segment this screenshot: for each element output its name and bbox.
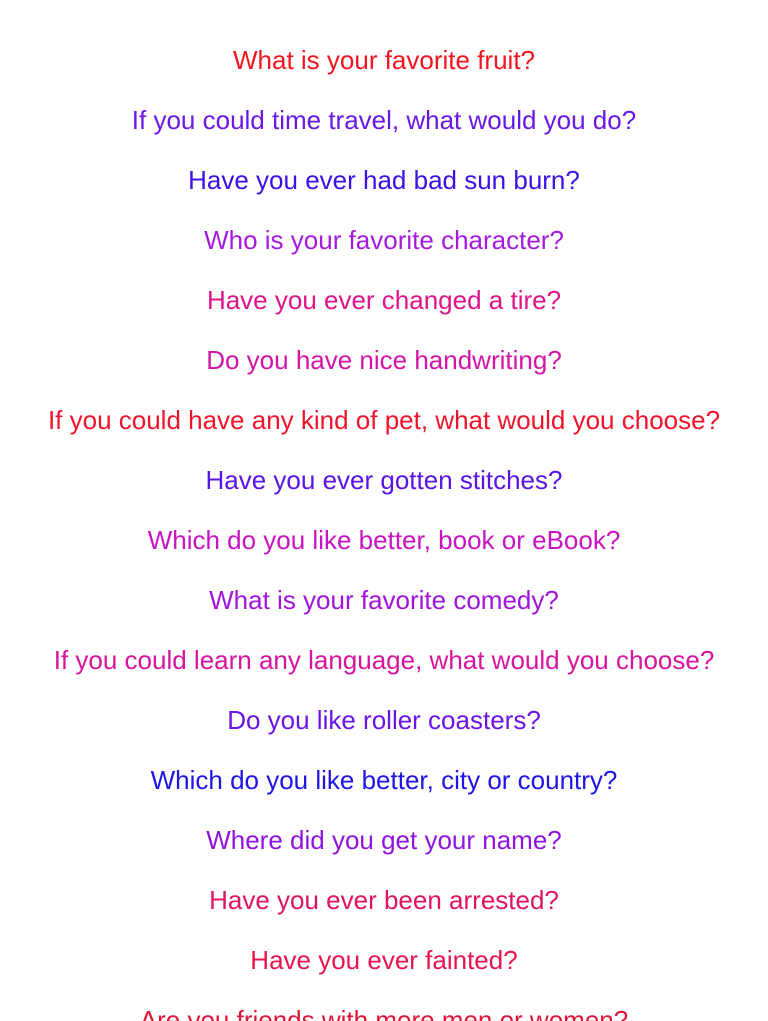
question-item[interactable]: Which do you like better, city or countr…	[0, 750, 768, 810]
question-item[interactable]: Who is your favorite character?	[0, 210, 768, 270]
question-item[interactable]: If you could learn any language, what wo…	[0, 630, 768, 690]
question-item[interactable]: Have you ever changed a tire?	[0, 270, 768, 330]
question-item[interactable]: If you could have any kind of pet, what …	[0, 390, 768, 450]
question-item[interactable]: Do you have nice handwriting?	[0, 330, 768, 390]
question-item[interactable]: If you could time travel, what would you…	[0, 90, 768, 150]
question-item[interactable]: What is your favorite fruit?	[0, 30, 768, 90]
question-item[interactable]: Have you ever been arrested?	[0, 870, 768, 930]
question-item[interactable]: Do you like roller coasters?	[0, 690, 768, 750]
question-item[interactable]: Which do you like better, book or eBook?	[0, 510, 768, 570]
question-list: What is your favorite fruit? If you coul…	[0, 0, 768, 1021]
question-item[interactable]: What is your favorite comedy?	[0, 570, 768, 630]
question-item[interactable]: Have you ever fainted?	[0, 930, 768, 990]
question-item[interactable]: Where did you get your name?	[0, 810, 768, 870]
question-item[interactable]: Have you ever had bad sun burn?	[0, 150, 768, 210]
question-item[interactable]: Are you friends with more men or women?	[0, 990, 768, 1021]
question-item[interactable]: Have you ever gotten stitches?	[0, 450, 768, 510]
